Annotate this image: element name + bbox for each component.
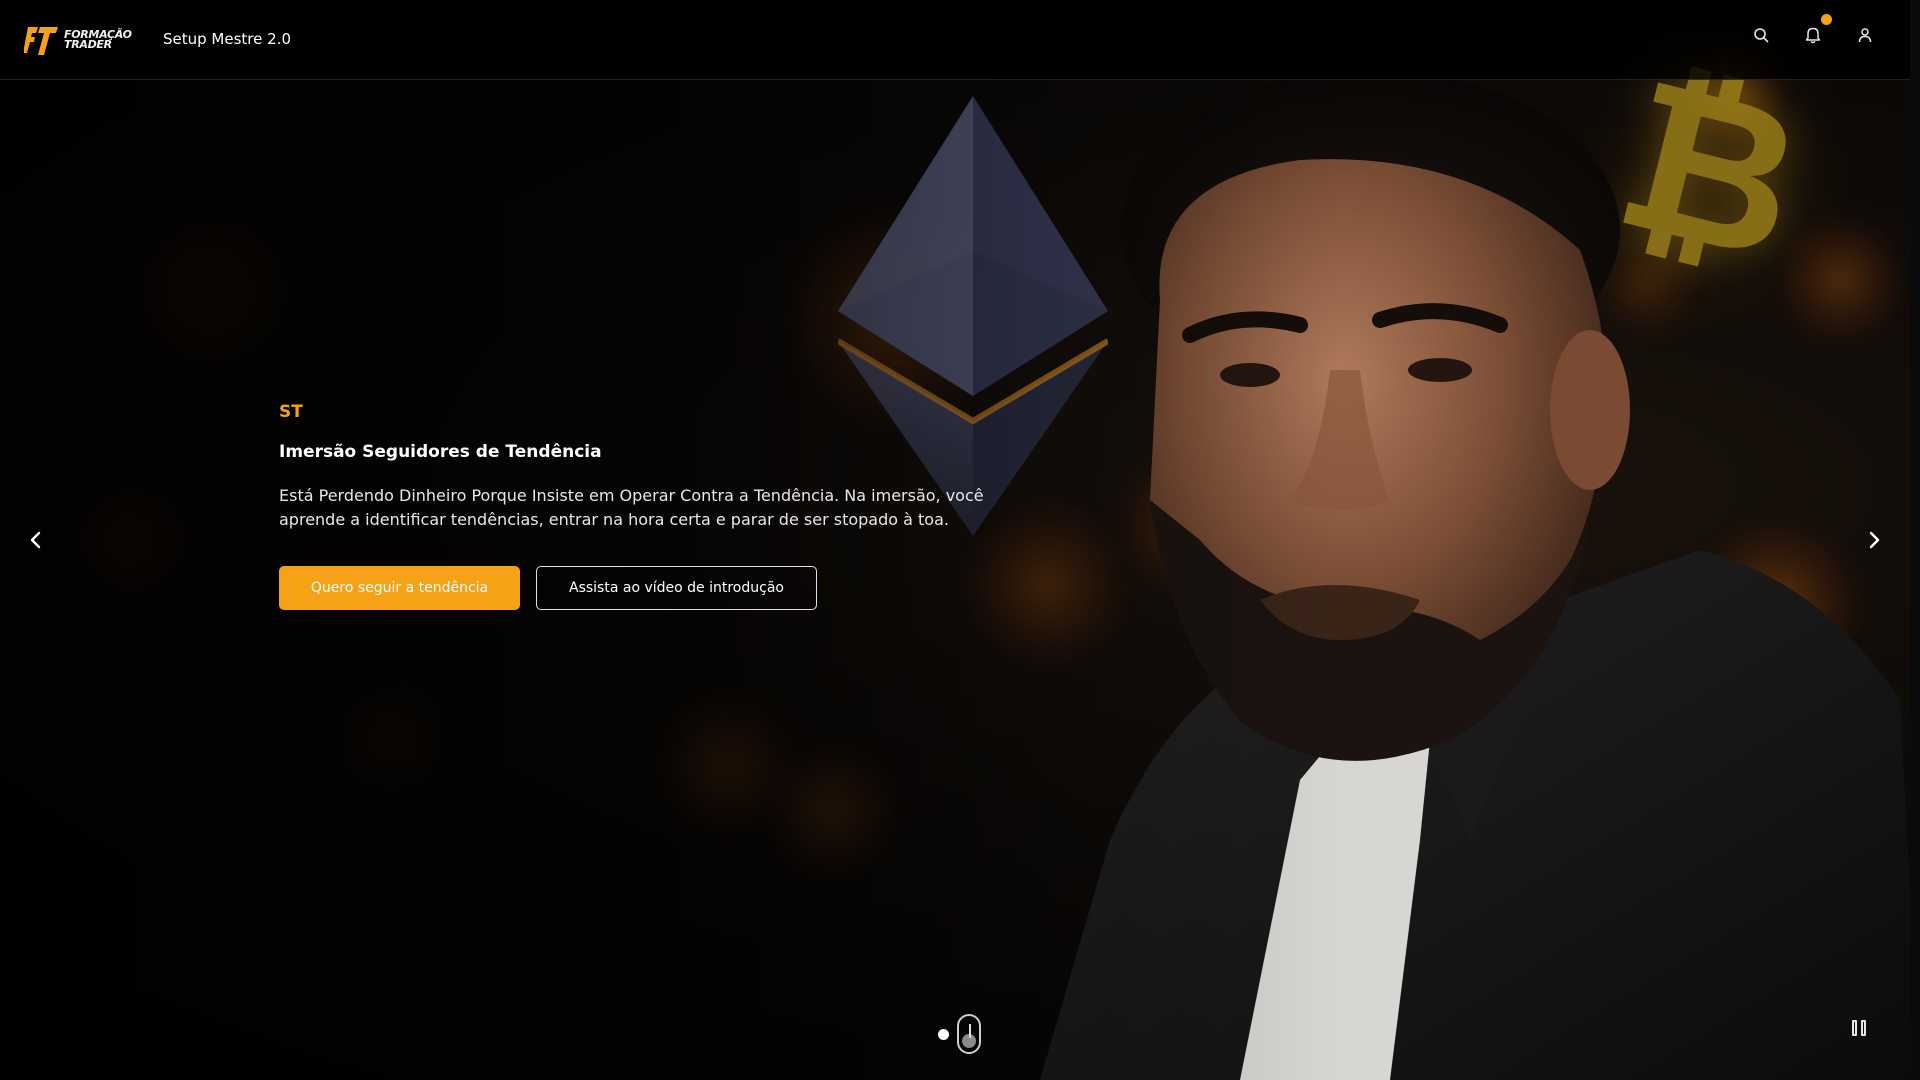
- pause-icon-bar: [1852, 1020, 1857, 1036]
- pause-icon-bar: [1861, 1020, 1866, 1036]
- carousel-dot-1[interactable]: [938, 1028, 949, 1040]
- bokeh-light: [330, 680, 450, 800]
- search-icon: [1754, 28, 1769, 43]
- scrollbar-track[interactable]: [1910, 0, 1920, 1080]
- presenter-photo: [1040, 80, 1920, 1080]
- chevron-right-icon: [1869, 531, 1880, 549]
- carousel-pause-button[interactable]: [1852, 1020, 1868, 1040]
- watch-intro-video-button[interactable]: Assista ao vídeo de introdução: [536, 566, 817, 610]
- header-actions: [1752, 14, 1874, 44]
- top-navigation-bar: FORMAÇÃO TRADER Setup Mestre 2.0: [0, 0, 1910, 80]
- hero-title: Imersão Seguidores de Tendência: [279, 442, 602, 462]
- chevron-left-icon: [30, 531, 41, 549]
- hero-stage: ₿ FORMAÇÃO TRADER Setup Mestre 2.0 ST Im…: [0, 0, 1920, 1080]
- hero-actions: Quero seguir a tendência Assista ao víde…: [279, 566, 1019, 610]
- bokeh-light: [60, 470, 200, 610]
- progress-tick: [969, 1024, 971, 1038]
- carousel-indicators: [938, 1014, 981, 1054]
- account-button[interactable]: [1856, 26, 1874, 44]
- brand-name-line2: TRADER: [64, 38, 112, 51]
- user-icon: [1858, 28, 1872, 43]
- follow-trend-button[interactable]: Quero seguir a tendência: [279, 566, 520, 610]
- bell-icon: [1805, 27, 1821, 44]
- carousel-prev-button[interactable]: [22, 526, 50, 554]
- app-title[interactable]: Setup Mestre 2.0: [163, 30, 291, 48]
- hero-description: Está Perdendo Dinheiro Porque Insiste em…: [279, 486, 984, 529]
- carousel-dot-2-active[interactable]: [957, 1014, 981, 1054]
- bokeh-light: [760, 740, 900, 880]
- hero-content: ST Imersão Seguidores de Tendência Está …: [279, 400, 1019, 610]
- notification-badge: [1821, 14, 1832, 25]
- search-button[interactable]: [1752, 26, 1770, 44]
- hero-tag: ST: [279, 402, 303, 422]
- carousel-next-button[interactable]: [1860, 526, 1888, 554]
- notifications-button[interactable]: [1804, 14, 1832, 44]
- brand-logo[interactable]: FORMAÇÃO TRADER: [24, 22, 134, 58]
- brand-mark-icon: [24, 27, 58, 55]
- bokeh-light: [120, 200, 300, 380]
